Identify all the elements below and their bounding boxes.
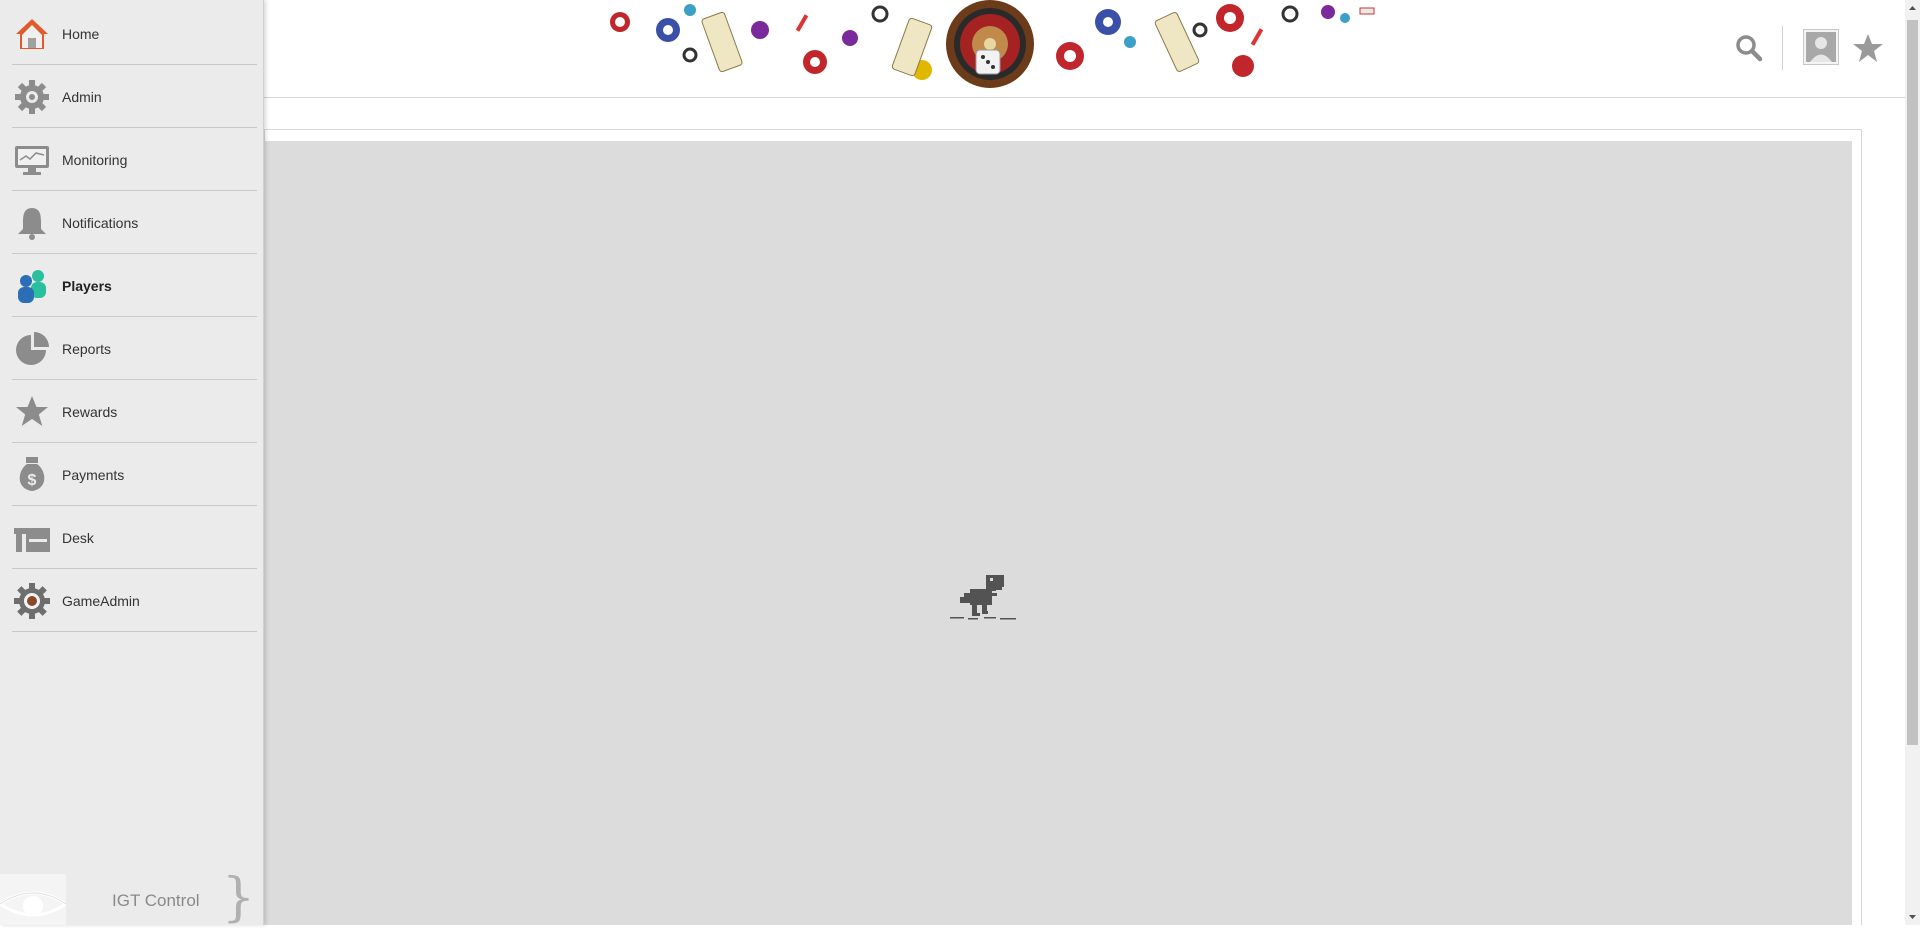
monitor-icon <box>15 146 49 175</box>
content-area <box>264 141 1852 925</box>
sidebar-item-label: Desk <box>62 530 94 546</box>
sidebar-item-label: Admin <box>62 89 102 105</box>
sidebar: Home Admin Monitoring Notifications Play… <box>0 0 264 925</box>
sidebar-item-gameadmin[interactable]: GameAdmin <box>12 570 257 632</box>
sidebar-item-label: Players <box>62 278 112 294</box>
pie-chart-icon <box>16 332 49 365</box>
scrollbar-thumb[interactable] <box>1907 20 1918 745</box>
brand-name: IGT Control <box>112 891 200 910</box>
eye-logo <box>0 874 69 925</box>
gear-icon <box>15 80 49 114</box>
sidebar-item-label: Monitoring <box>62 152 128 168</box>
star-icon <box>16 396 48 426</box>
sidebar-item-admin[interactable]: Admin <box>12 66 257 128</box>
sidebar-item-rewards[interactable]: Rewards <box>12 381 257 443</box>
sidebar-item-payments[interactable]: $ Payments <box>12 444 257 506</box>
sidebar-item-notifications[interactable]: Notifications <box>12 192 257 254</box>
star-icon[interactable] <box>1852 32 1884 64</box>
sidebar-item-reports[interactable]: Reports <box>12 318 257 380</box>
sidebar-item-label: Notifications <box>62 215 139 231</box>
scroll-down-icon[interactable] <box>1905 908 1920 925</box>
sidebar-item-desk[interactable]: Desk <box>12 507 257 569</box>
brace-icon: } <box>222 868 256 928</box>
avatar[interactable] <box>1803 29 1839 65</box>
sidebar-item-label: Home <box>62 26 100 42</box>
eye-icon <box>0 891 69 917</box>
game-admin-icon <box>14 583 50 619</box>
money-bag-icon: $ <box>19 457 45 491</box>
sidebar-item-home[interactable]: Home <box>12 3 257 65</box>
search-icon[interactable] <box>1733 32 1765 64</box>
bell-icon <box>18 208 46 240</box>
svg-text:$: $ <box>28 472 37 489</box>
brand-footer: IGT Control } <box>0 872 264 925</box>
header-divider <box>1782 26 1783 70</box>
casino-banner <box>610 0 1375 88</box>
sidebar-item-label: Reports <box>62 341 112 357</box>
sidebar-item-label: Rewards <box>62 404 118 420</box>
user-icon <box>1806 32 1836 62</box>
sidebar-item-monitoring[interactable]: Monitoring <box>12 129 257 191</box>
scroll-up-icon[interactable] <box>1905 0 1920 17</box>
sidebar-item-players[interactable]: Players <box>12 255 257 317</box>
sidebar-item-label: GameAdmin <box>62 593 140 609</box>
desk-icon <box>14 528 50 552</box>
home-icon <box>16 19 48 49</box>
dino-icon <box>950 575 1016 620</box>
sidebar-item-label: Payments <box>62 467 125 483</box>
top-header <box>0 0 1905 98</box>
players-icon <box>18 270 46 303</box>
